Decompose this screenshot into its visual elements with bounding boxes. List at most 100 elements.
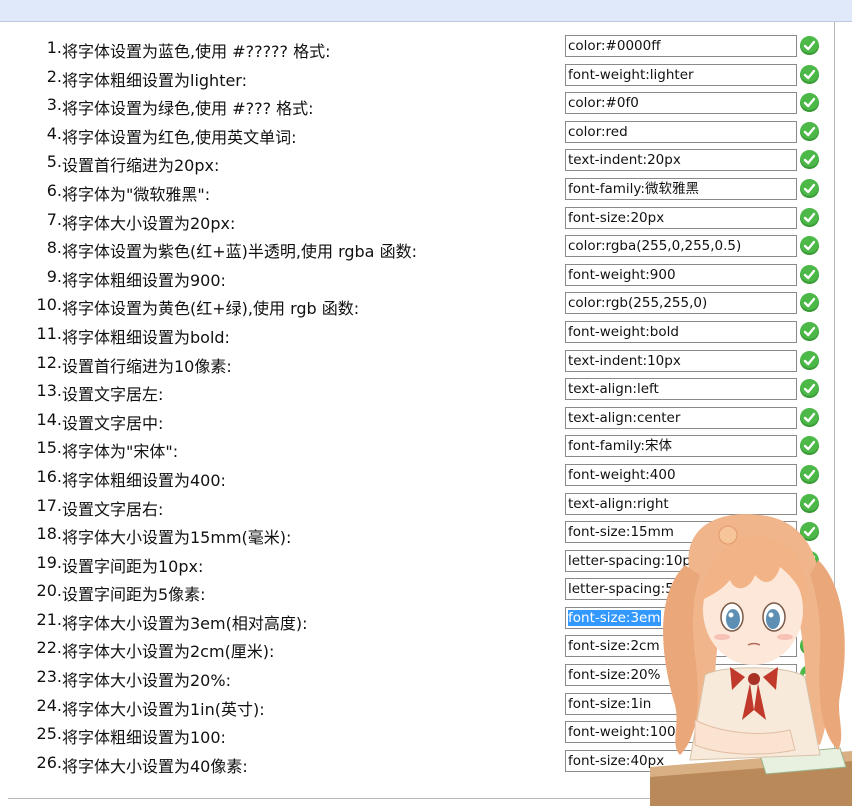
exercise-question: 将字体大小设置为2cm(厘米):: [62, 642, 275, 662]
exercise-number: 4.: [46, 123, 62, 143]
check-circle-icon: [800, 665, 819, 685]
exercise-number: 2.: [46, 66, 62, 86]
exercise-question: 将字体粗细设置为lighter:: [62, 70, 247, 90]
answer-input[interactable]: color:rgba(255,0,255,0.5): [565, 235, 797, 258]
exercise-number: 11.: [36, 323, 62, 343]
answer-input[interactable]: color:#0000ff: [565, 35, 797, 57]
exercise-question: 设置文字居右:: [62, 499, 164, 519]
check-circle-icon: [800, 350, 819, 370]
answer-input[interactable]: font-size:2cm: [565, 635, 797, 658]
exercise-item: 1. 将字体设置为蓝色,使用 #????? 格式: color:#0000ff: [8, 34, 834, 63]
exercise-number: 26.: [36, 752, 62, 772]
exercise-number: 15.: [36, 438, 62, 458]
answer-input[interactable]: font-weight:bold: [565, 320, 797, 343]
answer-input[interactable]: font-family:宋体: [565, 435, 797, 458]
answer-input[interactable]: color:red: [565, 120, 797, 143]
check-circle-icon: [800, 750, 819, 770]
exercise-number: 14.: [36, 409, 62, 429]
exercise-item: 2. 将字体粗细设置为lighter: font-weight:lighter: [8, 63, 834, 92]
answer-input[interactable]: color:#0f0: [565, 92, 797, 115]
check-circle-icon: [800, 64, 819, 84]
answer-input[interactable]: font-weight:100: [565, 721, 797, 744]
exercise-number: 17.: [36, 495, 62, 515]
answer-input[interactable]: letter-spacing:10px: [565, 549, 797, 572]
check-circle-icon: [800, 178, 819, 198]
exercise-question: 设置文字居中:: [62, 413, 164, 433]
exercise-list: 1. 将字体设置为蓝色,使用 #????? 格式: color:#0000ff 2. 将…: [8, 34, 834, 777]
exercise-question: 设置文字居左:: [62, 385, 164, 405]
exercise-number: 3.: [46, 95, 62, 115]
exercise-item: 11. 将字体粗细设置为bold: font-weight:bold: [8, 320, 834, 349]
answer-input[interactable]: font-size:20px: [565, 206, 797, 229]
answer-input[interactable]: font-weight:900: [565, 263, 797, 286]
exercise-item: 24. 将字体大小设置为1in(英寸): font-size:1in: [8, 692, 834, 721]
exercise-question: 设置字间距为10px:: [62, 556, 204, 576]
exercise-number: 8.: [46, 238, 62, 258]
exercise-number: 7.: [46, 209, 62, 229]
exercise-question: 将字体粗细设置为900:: [62, 270, 226, 290]
answer-input[interactable]: font-size:40px: [565, 749, 797, 772]
exercise-number: 25.: [36, 724, 62, 744]
exercise-number: 13.: [36, 381, 62, 401]
answer-input[interactable]: font-weight:400: [565, 463, 797, 486]
answer-input[interactable]: font-size:3em: [565, 606, 797, 629]
check-circle-icon: [800, 207, 819, 227]
exercise-item: 7. 将字体大小设置为20px: font-size:20px: [8, 206, 834, 235]
answer-input[interactable]: color:rgb(255,255,0): [565, 292, 797, 315]
exercise-item: 22. 将字体大小设置为2cm(厘米): font-size:2cm: [8, 634, 834, 663]
answer-input[interactable]: font-family:微软雅黑: [565, 177, 797, 200]
answer-input[interactable]: letter-spacing:5px: [565, 578, 797, 601]
top-bar: [0, 0, 852, 22]
check-circle-icon: [800, 379, 819, 399]
exercise-item: 17. 设置文字居右: text-align:right: [8, 492, 834, 521]
exercise-question: 将字体设置为绿色,使用 #??? 格式:: [62, 99, 314, 119]
answer-input[interactable]: font-size:1in: [565, 692, 797, 715]
check-circle-icon: [800, 436, 819, 456]
exercise-number: 9.: [46, 266, 62, 286]
exercise-item: 6. 将字体为"微软雅黑": font-family:微软雅黑: [8, 177, 834, 206]
exercise-question: 将字体设置为红色,使用英文单词:: [62, 127, 297, 147]
check-circle-icon: [800, 579, 819, 599]
answer-input[interactable]: text-align:center: [565, 406, 797, 429]
exercise-number: 23.: [36, 667, 62, 687]
answer-input[interactable]: text-indent:20px: [565, 149, 797, 172]
exercise-number: 18.: [36, 524, 62, 544]
check-circle-icon: [800, 693, 819, 713]
answer-input[interactable]: font-weight:lighter: [565, 63, 797, 86]
exercise-question: 将字体大小设置为20px:: [62, 213, 236, 233]
exercise-question: 将字体设置为紫色(红+蓝)半透明,使用 rgba 函数:: [62, 242, 417, 262]
answer-input[interactable]: font-size:15mm: [565, 521, 797, 544]
exercise-question: 将字体大小设置为1in(英寸):: [62, 699, 265, 719]
selected-text: font-size:3em: [568, 609, 661, 626]
exercise-item: 8. 将字体设置为紫色(红+蓝)半透明,使用 rgba 函数: color:rgba…: [8, 234, 834, 263]
exercise-item: 19. 设置字间距为10px: letter-spacing:10px: [8, 549, 834, 578]
exercise-item: 3. 将字体设置为绿色,使用 #??? 格式: color:#0f0: [8, 91, 834, 120]
answer-input[interactable]: text-align:right: [565, 492, 797, 515]
check-circle-icon: [800, 464, 819, 484]
exercise-question: 将字体设置为蓝色,使用 #????? 格式:: [62, 42, 331, 61]
exercise-item: 23. 将字体大小设置为20%: font-size:20%: [8, 663, 834, 692]
exercise-item: 4. 将字体设置为红色,使用英文单词: color:red: [8, 120, 834, 149]
exercise-item: 10. 将字体设置为黄色(红+绿),使用 rgb 函数: color:rgb(255…: [8, 291, 834, 320]
check-circle-icon: [800, 236, 819, 256]
exercise-number: 6.: [46, 180, 62, 200]
answer-input[interactable]: text-indent:10px: [565, 349, 797, 372]
check-circle-icon: [800, 321, 819, 341]
check-circle-icon: [800, 264, 819, 284]
exercise-number: 19.: [36, 552, 62, 572]
answer-input[interactable]: font-size:20%: [565, 664, 797, 687]
exercise-item: 13. 设置文字居左: text-align:left: [8, 377, 834, 406]
exercise-item: 21. 将字体大小设置为3em(相对高度): font-size:3em: [8, 606, 834, 635]
answer-input[interactable]: text-align:left: [565, 378, 797, 401]
exercise-item: 16. 将字体粗细设置为400: font-weight:400: [8, 463, 834, 492]
exercise-number: 5.: [46, 152, 62, 172]
exercise-item: 25. 将字体粗细设置为100: font-weight:100: [8, 720, 834, 749]
exercise-item: 12. 设置首行缩进为10像素: text-indent:10px: [8, 349, 834, 378]
exercise-question: 将字体大小设置为20%:: [62, 671, 231, 691]
exercise-panel: 1. 将字体设置为蓝色,使用 #????? 格式: color:#0000ff 2. 将…: [8, 22, 835, 799]
exercise-question: 设置首行缩进为10像素:: [62, 356, 232, 376]
check-circle-icon: [800, 36, 819, 55]
check-circle-icon: [800, 93, 819, 113]
check-circle-icon: [800, 293, 819, 313]
check-circle-icon: [800, 550, 819, 570]
